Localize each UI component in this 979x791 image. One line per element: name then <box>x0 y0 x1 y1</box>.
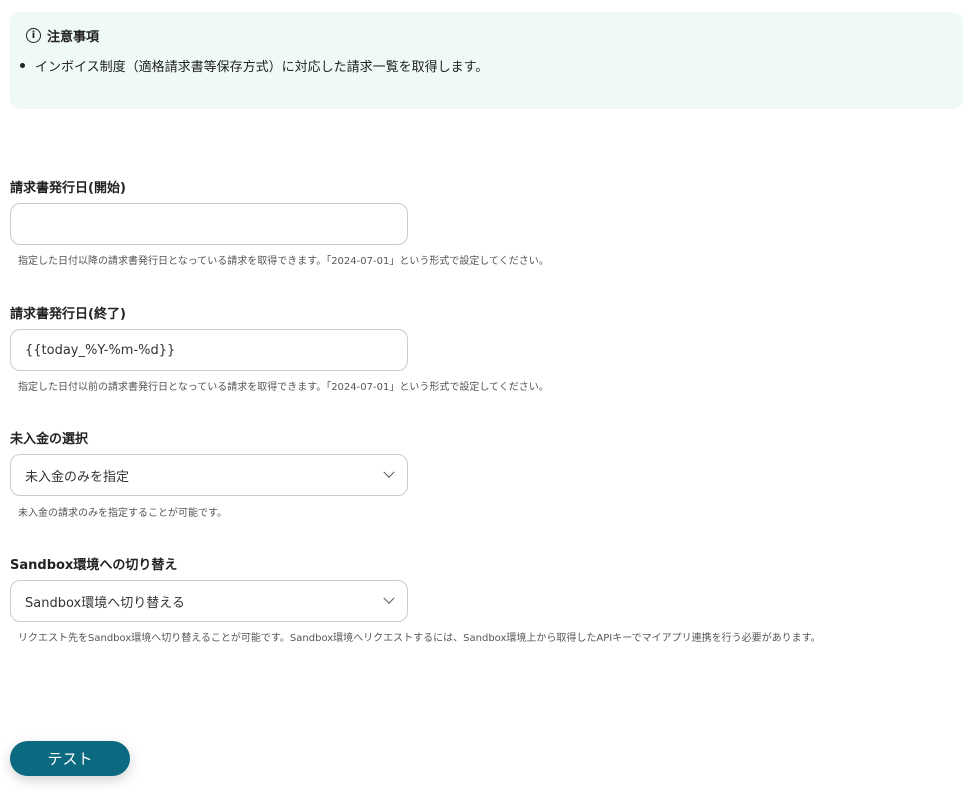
unpaid-select-value: 未入金のみを指定 <box>25 469 130 485</box>
notice-title: i 注意事項 <box>26 26 99 45</box>
notice-title-text: 注意事項 <box>47 30 100 45</box>
start-date-field[interactable] <box>10 203 408 245</box>
end-date-help: 指定した日付以前の請求書発行日となっている請求を取得できます。「2024-07-… <box>18 382 549 393</box>
unpaid-help: 未入金の請求のみを指定することが可能です。 <box>18 508 227 519</box>
notice-item-text: インボイス制度（適格請求書等保存方式）に対応した請求一覧を取得します。 <box>35 60 489 75</box>
chevron-down-icon <box>383 466 395 478</box>
unpaid-select[interactable]: 未入金のみを指定 <box>10 454 408 496</box>
sandbox-help: リクエスト先をSandbox環境へ切り替えることが可能です。Sandbox環境へ… <box>18 633 821 644</box>
info-icon: i <box>26 28 41 43</box>
start-date-input[interactable] <box>25 216 393 232</box>
notice-list-item: インボイス制度（適格請求書等保存方式）に対応した請求一覧を取得します。 <box>20 56 488 75</box>
test-button[interactable]: テスト <box>10 741 130 776</box>
end-date-input[interactable] <box>25 342 393 358</box>
bullet-icon <box>20 63 25 68</box>
start-date-label: 請求書発行日(開始) <box>10 181 126 196</box>
end-date-field[interactable] <box>10 329 408 371</box>
start-date-help: 指定した日付以降の請求書発行日となっている請求を取得できます。「2024-07-… <box>18 256 549 267</box>
unpaid-label: 未入金の選択 <box>10 432 89 447</box>
end-date-label: 請求書発行日(終了) <box>10 307 126 322</box>
chevron-down-icon <box>383 592 395 604</box>
sandbox-label: Sandbox環境への切り替え <box>10 558 178 573</box>
sandbox-select[interactable]: Sandbox環境へ切り替える <box>10 580 408 622</box>
sandbox-select-value: Sandbox環境へ切り替える <box>25 595 185 611</box>
